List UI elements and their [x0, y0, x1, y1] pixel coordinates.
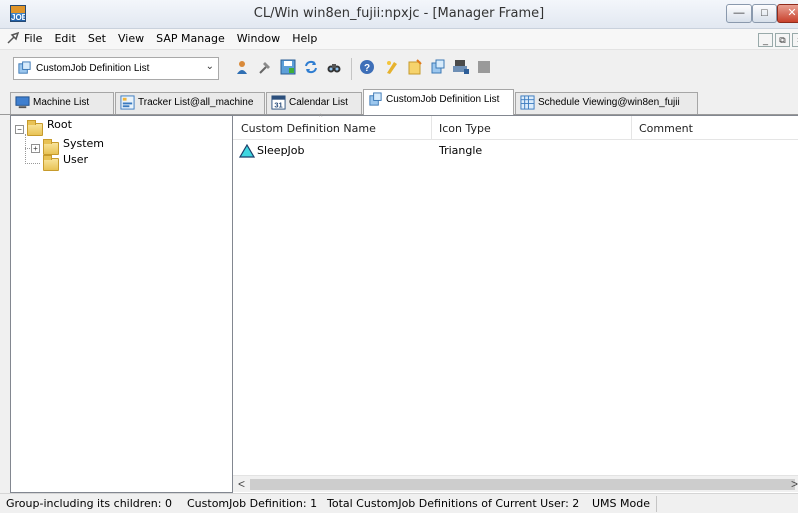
tab-label: CustomJob Definition List: [386, 94, 500, 105]
triangle-icon: [239, 144, 255, 158]
status-bar: Group-including its children: 0 CustomJo…: [0, 493, 798, 513]
stop-icon[interactable]: [475, 59, 493, 77]
folder-icon: [43, 155, 59, 171]
properties-icon[interactable]: [256, 59, 274, 77]
calendar-icon: 31: [271, 95, 286, 110]
customjob-icon[interactable]: [429, 59, 447, 77]
status-mode: UMS Mode: [592, 497, 650, 510]
scroll-right-button[interactable]: >: [791, 477, 798, 491]
collapse-root-button[interactable]: −: [15, 125, 24, 134]
tab-label: Schedule Viewing@win8en_fujii: [538, 97, 680, 108]
column-divider[interactable]: [631, 116, 632, 139]
tab-tracker-list[interactable]: Tracker List@all_machine: [115, 92, 265, 114]
folder-icon: [43, 139, 59, 155]
status-separator: [656, 496, 657, 512]
column-header-icon-type[interactable]: Icon Type: [439, 122, 491, 135]
table-row[interactable]: SleepJob Triangle: [233, 142, 798, 160]
view-selector-combo[interactable]: CustomJob Definition List ⌄: [13, 57, 219, 80]
find-icon[interactable]: [325, 59, 343, 77]
tree-node-user[interactable]: User: [63, 152, 88, 168]
machine-icon: [15, 96, 30, 109]
status-group-children: Group-including its children: 0: [6, 497, 172, 510]
group-tree: − Root + System User: [10, 115, 233, 493]
tab-schedule-viewing[interactable]: Schedule Viewing@win8en_fujii: [515, 92, 698, 114]
tracker-icon: [120, 95, 135, 110]
customjob-icon: [18, 61, 31, 74]
tab-calendar-list[interactable]: 31 Calendar List: [266, 92, 362, 114]
menu-set[interactable]: Set: [88, 32, 106, 45]
column-header-comment[interactable]: Comment: [639, 122, 693, 135]
tab-label: Tracker List@all_machine: [138, 97, 254, 108]
column-divider[interactable]: [431, 116, 432, 139]
help-icon[interactable]: ?: [358, 59, 376, 77]
customjob-definition-list: ^ Custom Definition Name Icon Type Comme…: [233, 114, 798, 493]
row-name: SleepJob: [257, 144, 305, 157]
status-total-definitions: Total CustomJob Definitions of Current U…: [327, 497, 580, 510]
horizontal-scrollbar[interactable]: < >: [233, 475, 798, 492]
menu-window[interactable]: Window: [237, 32, 280, 45]
scroll-left-button[interactable]: <: [238, 477, 245, 491]
column-header-name[interactable]: Custom Definition Name: [241, 122, 376, 135]
menu-bar: File Edit Set View SAP Manage Window Hel…: [0, 29, 798, 49]
status-customjob-definition: CustomJob Definition: 1: [187, 497, 318, 510]
title-bar: JOB CL/Win win8en_fujii:npxjc - [Manager…: [0, 0, 798, 29]
mdi-minimize-button[interactable]: _: [758, 33, 773, 47]
document-menu-icon[interactable]: [6, 31, 20, 48]
view-selector-value: CustomJob Definition List: [36, 63, 150, 74]
tab-customjob-definition-list[interactable]: CustomJob Definition List: [363, 89, 514, 115]
window-title: CL/Win win8en_fujii:npxjc - [Manager Fra…: [253, 6, 545, 21]
tree-node-root[interactable]: Root: [47, 117, 72, 133]
chevron-down-icon[interactable]: ⌄: [206, 61, 214, 72]
customjob-icon: [369, 92, 382, 106]
close-button[interactable]: ✕: [777, 4, 798, 23]
menu-edit[interactable]: Edit: [54, 32, 75, 45]
user-icon[interactable]: [233, 59, 251, 77]
save-icon[interactable]: [279, 59, 297, 77]
scroll-thumb[interactable]: [250, 479, 795, 490]
tab-machine-list[interactable]: Machine List: [10, 92, 114, 114]
tree-node-system[interactable]: System: [63, 136, 104, 152]
toolbar: CustomJob Definition List ⌄ ?: [0, 49, 798, 87]
schedule-icon: [520, 95, 535, 110]
new-job-icon[interactable]: [383, 59, 401, 77]
sort-ascending-icon: ^: [319, 114, 323, 121]
menu-help[interactable]: Help: [292, 32, 317, 45]
refresh-icon[interactable]: [302, 59, 320, 77]
tab-label: Machine List: [33, 97, 90, 108]
minimize-button[interactable]: —: [726, 4, 752, 23]
print-icon[interactable]: [452, 59, 470, 77]
menu-sap-manage[interactable]: SAP Manage: [156, 32, 225, 45]
svg-text:31: 31: [274, 101, 282, 110]
mdi-restore-button[interactable]: ⧉: [775, 33, 790, 47]
tree-connector: [25, 163, 40, 164]
tab-label: Calendar List: [289, 97, 348, 108]
tree-connector: [25, 134, 26, 164]
edit-job-icon[interactable]: [406, 59, 424, 77]
row-icon-type: Triangle: [439, 144, 483, 157]
toolbar-separator: [351, 58, 352, 80]
menu-view[interactable]: View: [118, 32, 144, 45]
list-header: ^ Custom Definition Name Icon Type Comme…: [233, 114, 798, 140]
menu-file[interactable]: File: [24, 32, 42, 45]
folder-icon: [27, 120, 43, 136]
svg-text:?: ?: [364, 63, 370, 74]
expand-system-button[interactable]: +: [31, 144, 40, 153]
tab-bar: Machine List Tracker List@all_machine 31…: [0, 87, 798, 115]
mdi-close-button[interactable]: ×: [792, 33, 798, 47]
maximize-button[interactable]: □: [752, 4, 777, 23]
